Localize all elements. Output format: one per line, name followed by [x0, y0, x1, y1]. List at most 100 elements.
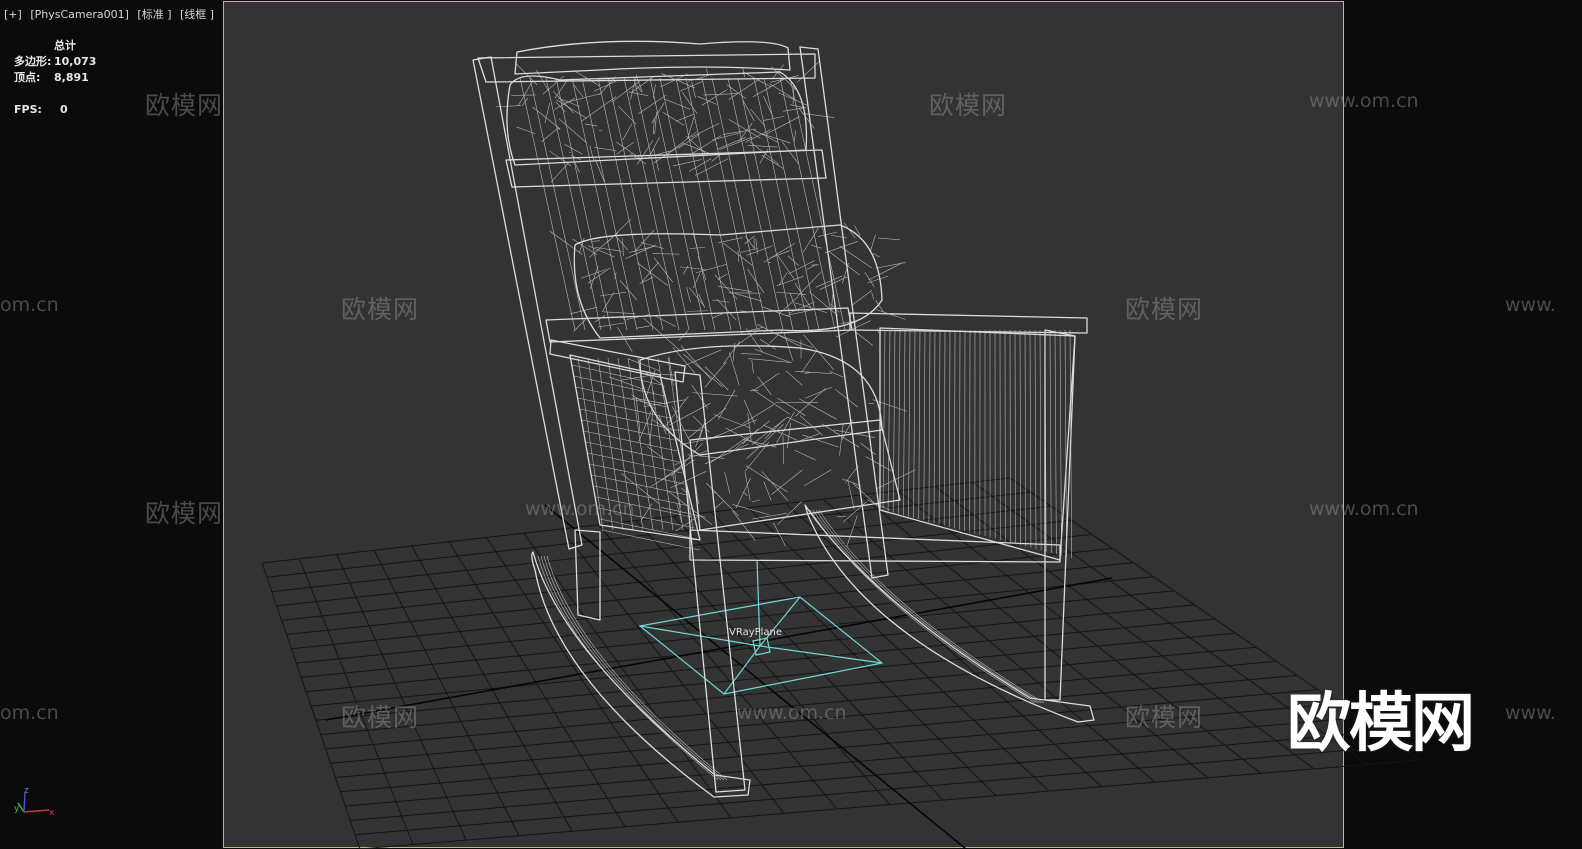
mesh-edge — [724, 471, 731, 494]
mesh-edge — [597, 322, 625, 328]
mesh-edge — [691, 122, 720, 138]
mesh-edge — [532, 106, 561, 130]
viewport-shading-preset-menu[interactable]: [标准 ] — [137, 8, 171, 21]
stats-header: 总计 — [54, 39, 76, 52]
mesh-edge — [654, 111, 658, 135]
mesh-edge — [701, 77, 758, 331]
mesh-edge — [745, 328, 763, 353]
mesh-edge — [697, 255, 707, 281]
mesh-edge — [763, 481, 772, 501]
mesh-edge — [771, 469, 803, 495]
mesh-edge — [933, 329, 936, 524]
mesh-edge — [789, 77, 846, 331]
mesh-edge — [663, 131, 697, 157]
mesh-edge — [744, 471, 751, 501]
mesh-edge — [581, 77, 638, 331]
mesh-edge — [672, 347, 696, 374]
mesh-edge — [855, 332, 873, 346]
mesh-edge — [795, 433, 820, 443]
mesh-edge — [678, 133, 700, 149]
mesh-edge — [776, 275, 804, 287]
mesh-edge — [839, 245, 872, 269]
mesh-edge — [652, 253, 680, 255]
statistics-overlay: 总计 多边形: 10,073 顶点: 8,891 FPS: 0 — [14, 38, 96, 118]
mesh-edge — [650, 459, 695, 487]
viewport-camera-menu[interactable]: [PhysCamera001] — [30, 8, 129, 21]
viewport-display-mode-menu[interactable]: [线框 ] — [180, 8, 214, 21]
mesh-edge — [737, 77, 794, 331]
mesh-edge — [723, 243, 753, 266]
viewport[interactable]: [+] [PhysCamera001] [标准 ] [线框 ] 总计 多边形: 1… — [0, 0, 1582, 849]
mesh-edge — [769, 250, 790, 259]
mesh-edge — [691, 81, 696, 98]
mesh-edge — [789, 104, 805, 108]
mesh-edge — [751, 359, 754, 374]
mesh-edge — [892, 329, 896, 513]
mesh-edge — [594, 315, 606, 323]
mesh-edge — [954, 329, 956, 529]
mesh-edge — [607, 77, 664, 331]
mesh-edge — [672, 159, 702, 167]
mesh-edge — [908, 329, 911, 517]
mesh-edge — [743, 399, 756, 425]
scene-canvas[interactable]: x y z — [0, 0, 1582, 849]
viewport-plus-menu[interactable]: [+] — [4, 8, 22, 21]
mesh-edge — [757, 376, 772, 396]
mesh-edge — [713, 414, 751, 429]
mesh-edge — [734, 293, 762, 302]
mesh-edge — [785, 370, 803, 386]
mesh-edge — [794, 371, 832, 374]
rocking-chair-wireframe[interactable] — [472, 40, 1095, 798]
mesh-edge — [737, 250, 740, 262]
mesh-edge — [756, 323, 801, 347]
mesh-edge — [584, 123, 598, 127]
mesh-edge — [521, 97, 529, 107]
mesh-edge — [555, 101, 566, 113]
mesh-edge — [747, 358, 791, 363]
mesh-edge — [779, 335, 813, 348]
mesh-edge — [776, 411, 795, 444]
mesh-edge — [821, 423, 860, 448]
mesh-edge — [649, 77, 706, 331]
mesh-edge — [670, 471, 707, 489]
mesh-edge — [805, 386, 832, 399]
mesh-edge — [549, 230, 583, 255]
mesh-edge — [719, 136, 753, 150]
mesh-edge — [728, 119, 761, 139]
mesh-edge — [718, 286, 752, 292]
vray-plane-label: VRayPlane — [729, 627, 783, 638]
viewport-label-menu[interactable]: [+] [PhysCamera001] [标准 ] [线框 ] — [4, 6, 219, 22]
mesh-edge — [887, 329, 891, 512]
mesh-edge — [745, 465, 788, 493]
stats-vertices-row: 顶点: 8,891 — [14, 70, 96, 86]
mesh-edge — [636, 75, 643, 92]
mesh-edge — [865, 456, 892, 472]
mesh-edge — [714, 500, 724, 509]
mesh-edge — [594, 158, 605, 183]
mesh-edge — [695, 420, 706, 447]
mesh-edge — [590, 240, 600, 242]
mesh-edge — [871, 292, 875, 300]
polygons-label: 多边形: — [14, 55, 52, 68]
mesh-edge — [753, 372, 780, 391]
polygons-value: 10,073 — [54, 55, 97, 68]
mesh-edge — [701, 89, 728, 106]
mesh-edge — [778, 296, 799, 315]
mesh-edge — [877, 328, 879, 334]
mesh-edge — [589, 266, 599, 289]
mesh-edge — [651, 102, 665, 124]
fps-value: 0 — [60, 103, 68, 116]
mesh-edge — [872, 253, 880, 258]
mesh-edge — [711, 77, 768, 331]
mesh-edge — [851, 290, 873, 306]
mesh-edge — [1019, 329, 1022, 546]
mesh-edge — [740, 327, 764, 334]
mesh-edge — [570, 306, 598, 315]
mesh-edge — [726, 84, 747, 99]
mesh-edge — [831, 294, 833, 310]
home-grid — [261, 477, 1421, 849]
mesh-edge — [742, 439, 777, 448]
mesh-edge — [556, 99, 588, 119]
mesh-edge — [781, 141, 799, 164]
mesh-edge — [796, 60, 821, 83]
